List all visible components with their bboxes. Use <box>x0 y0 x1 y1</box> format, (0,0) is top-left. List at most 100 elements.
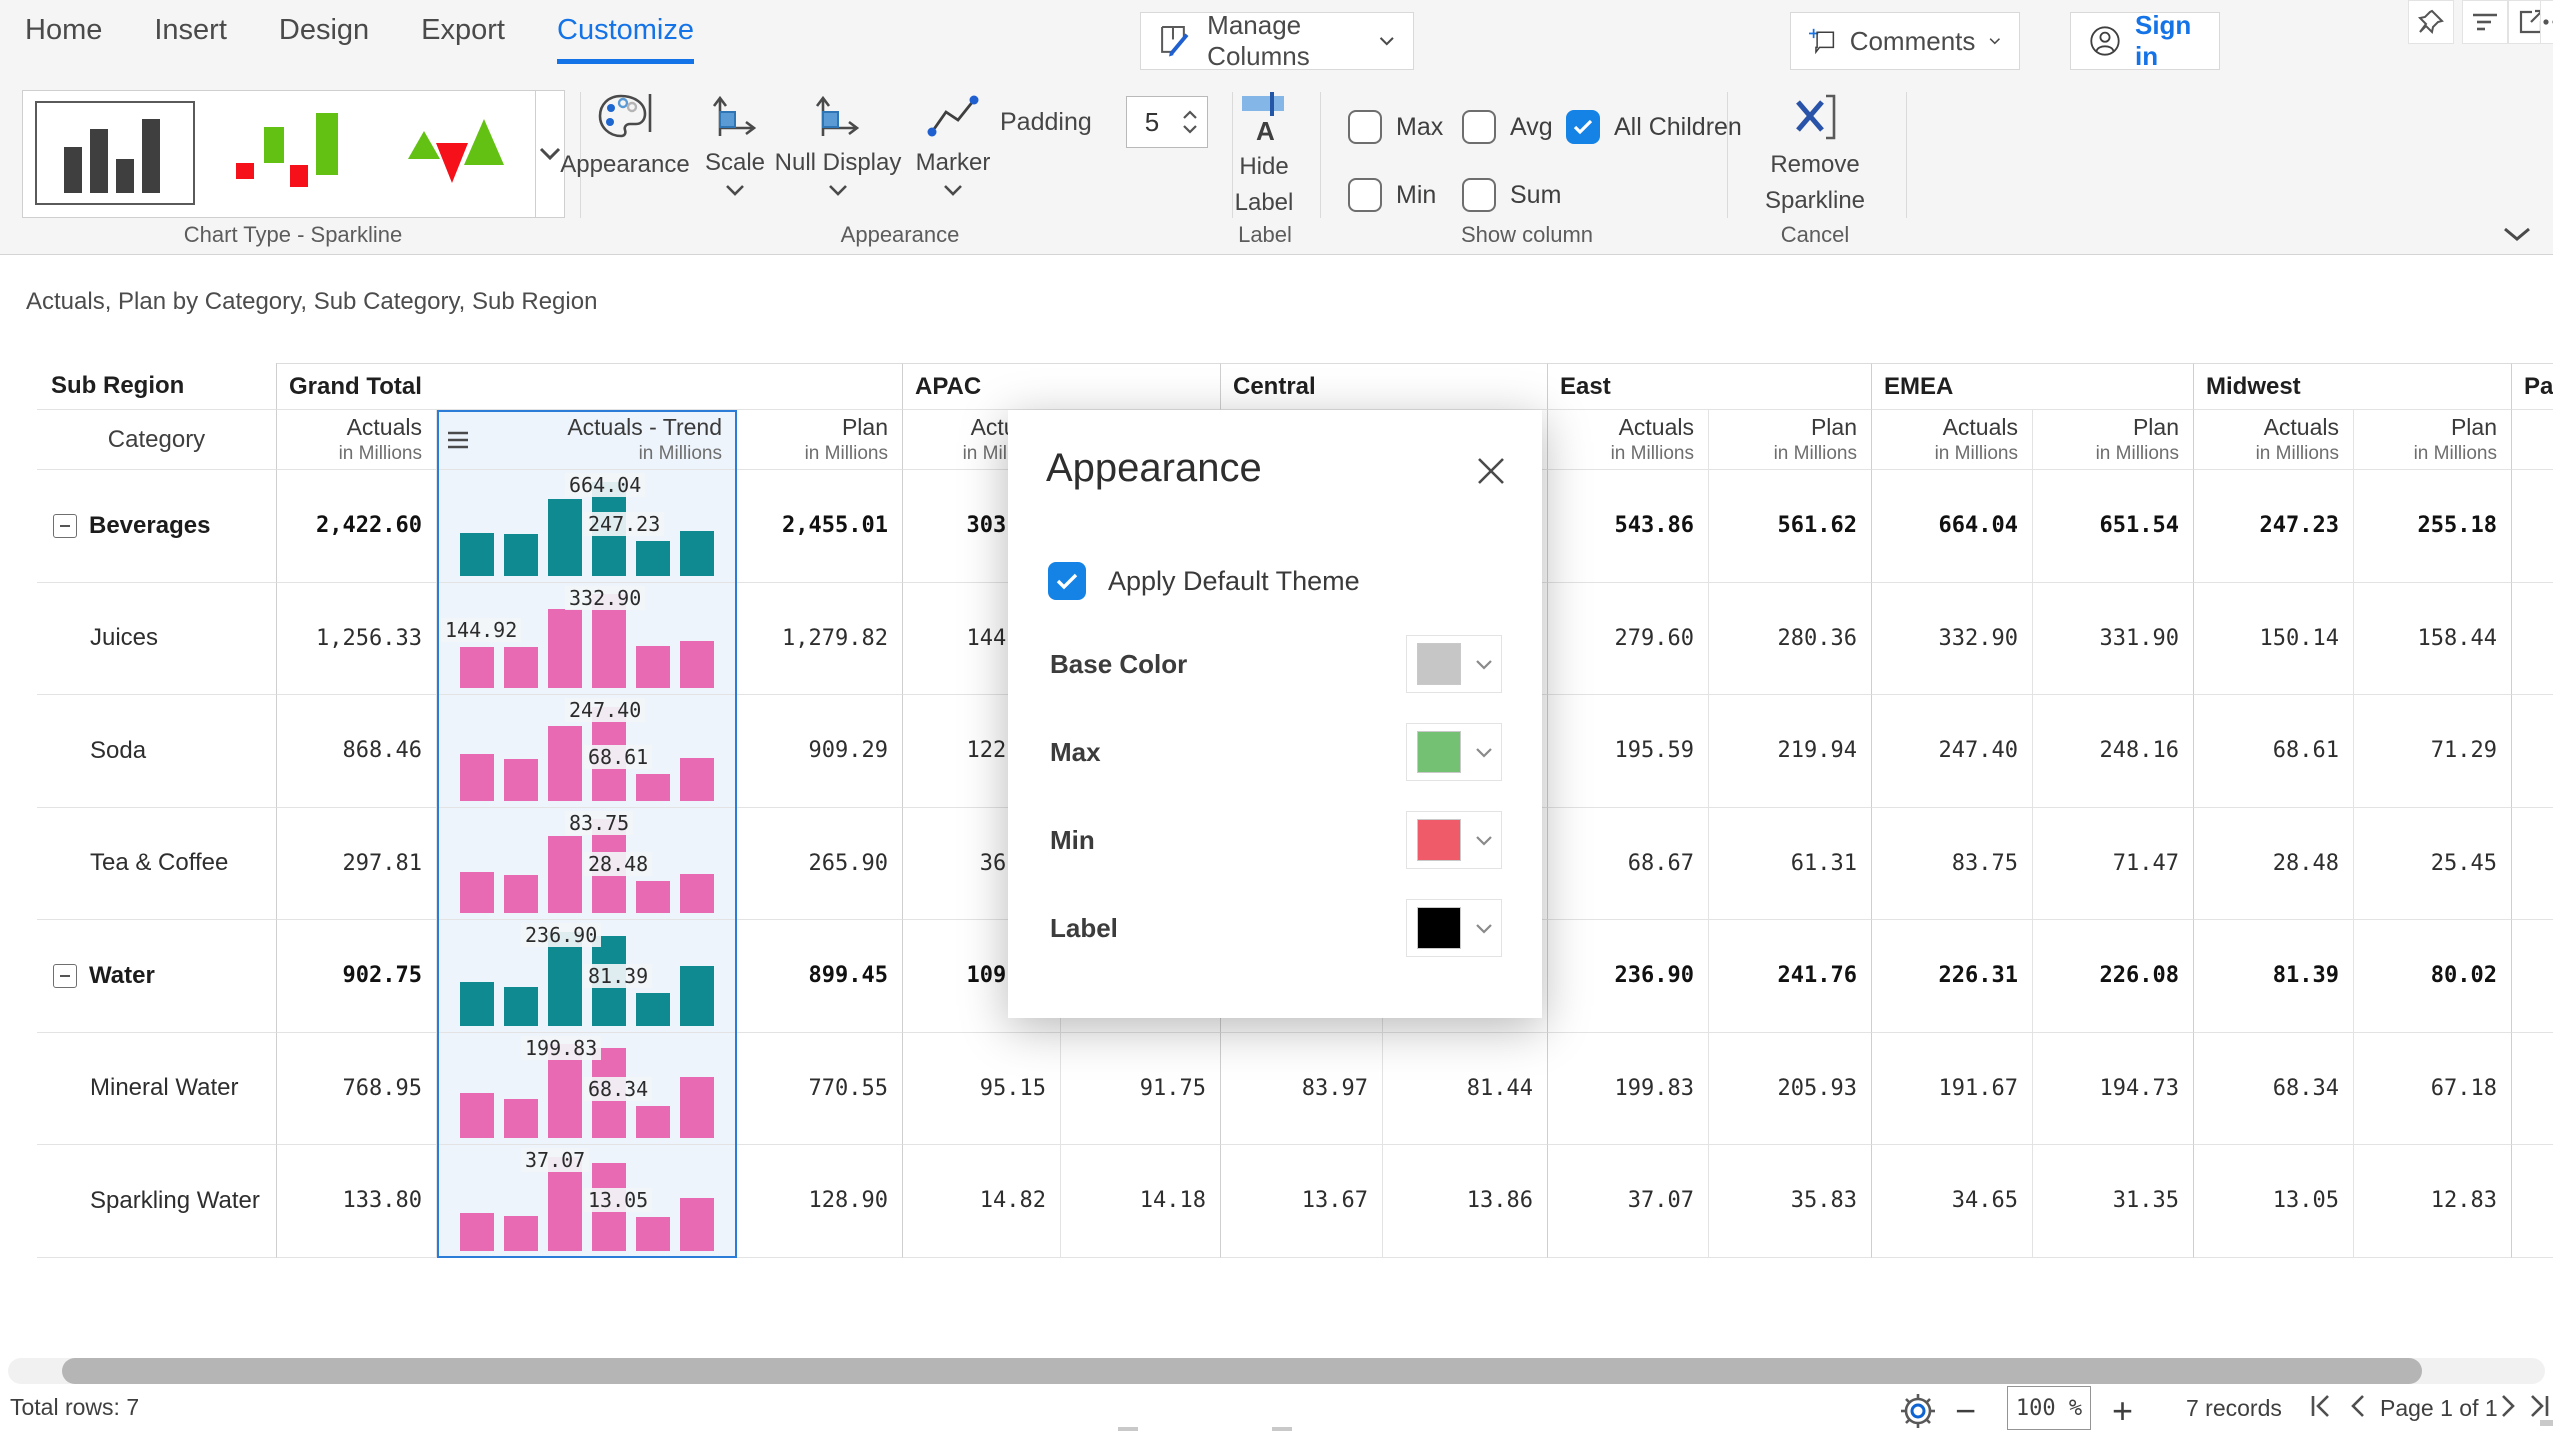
tab-insert[interactable]: Insert <box>154 14 227 64</box>
next-page-button[interactable] <box>2496 1392 2520 1420</box>
data-cell[interactable]: 265.90 <box>737 808 903 921</box>
header-emea-actuals[interactable]: Actualsin Millions <box>1872 410 2033 470</box>
comments-button[interactable]: Comments <box>1790 12 2020 70</box>
data-cell[interactable]: 83.75 <box>1872 808 2033 921</box>
zoom-level-box[interactable]: 100 % <box>2007 1386 2091 1430</box>
row-label-sparkling-water[interactable]: Sparkling Water <box>37 1145 277 1258</box>
collapse-ribbon-button[interactable] <box>2502 226 2532 247</box>
row-label-juices[interactable]: Juices <box>37 583 277 696</box>
data-cell[interactable]: 226.08 <box>2033 920 2194 1033</box>
data-cell[interactable]: 13.67 <box>1221 1145 1383 1258</box>
data-cell[interactable]: 81.39 <box>2194 920 2354 1033</box>
sign-in-button[interactable]: Sign in <box>2070 12 2220 70</box>
drag-handle-icon[interactable] <box>447 431 469 449</box>
data-cell[interactable]: 664.04 <box>1872 470 2033 583</box>
pin-button[interactable] <box>2408 0 2454 44</box>
data-cell[interactable]: 899.45 <box>737 920 903 1033</box>
sparkline-cell[interactable]: 37.0713.05 <box>437 1145 737 1258</box>
data-cell[interactable]: 35.83 <box>1709 1145 1872 1258</box>
sparkline-type-winloss[interactable] <box>213 101 363 205</box>
data-cell[interactable]: 331.90 <box>2033 583 2194 696</box>
data-cell[interactable]: 561.62 <box>1709 470 1872 583</box>
remove-sparkline-button[interactable]: Remove Sparkline <box>1752 92 1878 216</box>
more-options-button[interactable] <box>2540 0 2553 44</box>
horizontal-scrollbar[interactable] <box>8 1358 2545 1384</box>
data-cell[interactable]: 14.18 <box>1061 1145 1221 1258</box>
chart-type-gallery[interactable] <box>22 90 565 218</box>
data-cell[interactable]: 241.76 <box>1709 920 1872 1033</box>
scale-button[interactable]: Scale <box>700 92 770 196</box>
data-cell[interactable]: 247.40 <box>1872 695 2033 808</box>
data-cell[interactable]: 205.93 <box>1709 1033 1872 1146</box>
zoom-in-button[interactable]: + <box>2112 1390 2133 1432</box>
row-label-soda[interactable]: Soda <box>37 695 277 808</box>
sparkline-cell[interactable]: 247.4068.61 <box>437 695 737 808</box>
data-cell[interactable]: 768.95 <box>277 1033 437 1146</box>
data-cell[interactable]: 868.46 <box>277 695 437 808</box>
chevron-down-icon[interactable] <box>828 184 848 196</box>
data-cell[interactable]: 68.34 <box>2194 1033 2354 1146</box>
data-cell[interactable]: 68.67 <box>1548 808 1709 921</box>
data-cell[interactable]: 226.31 <box>1872 920 2033 1033</box>
data-cell[interactable]: 67.18 <box>2354 1033 2512 1146</box>
data-cell[interactable]: 158.44 <box>2354 583 2512 696</box>
data-cell[interactable]: 199.83 <box>1548 1033 1709 1146</box>
chevron-down-icon[interactable] <box>943 184 963 196</box>
data-cell[interactable]: 280.36 <box>1709 583 1872 696</box>
sparkline-cell[interactable]: 83.7528.48 <box>437 808 737 921</box>
sparkline-cell[interactable]: 664.04247.23 <box>437 470 737 583</box>
data-cell[interactable]: 81.44 <box>1383 1033 1548 1146</box>
header-region-emea[interactable]: EMEA <box>1872 363 2194 410</box>
data-cell[interactable]: 71.47 <box>2033 808 2194 921</box>
data-cell[interactable]: 247.23 <box>2194 470 2354 583</box>
null-display-button[interactable]: Null Display <box>772 92 904 196</box>
scrollbar-thumb[interactable] <box>62 1358 2422 1384</box>
previous-page-button[interactable] <box>2346 1392 2370 1420</box>
row-label-mineral-water[interactable]: Mineral Water <box>37 1033 277 1146</box>
data-cell[interactable]: 255.18 <box>2354 470 2512 583</box>
color-picker-label[interactable] <box>1406 899 1502 957</box>
data-cell[interactable]: 14.82 <box>903 1145 1061 1258</box>
data-cell[interactable]: 37.07 <box>1548 1145 1709 1258</box>
data-cell[interactable]: 91.75 <box>1061 1033 1221 1146</box>
header-sub-region[interactable]: Sub Region <box>37 363 277 410</box>
sparkline-cell[interactable]: 332.90144.92 <box>437 583 737 696</box>
filter-lines-button[interactable] <box>2462 0 2508 44</box>
header-east-plan[interactable]: Planin Millions <box>1709 410 1872 470</box>
header-category[interactable]: Category <box>37 410 277 470</box>
data-cell[interactable]: 909.29 <box>737 695 903 808</box>
header-region-midwest[interactable]: Midwest <box>2194 363 2512 410</box>
data-cell[interactable]: 902.75 <box>277 920 437 1033</box>
data-cell[interactable]: 83.97 <box>1221 1033 1383 1146</box>
sparkline-type-bar[interactable] <box>35 101 195 205</box>
spinner-down-icon[interactable] <box>1182 124 1198 134</box>
checkbox-avg[interactable] <box>1462 110 1496 144</box>
header-grand-total-actuals[interactable]: Actualsin Millions <box>277 410 437 470</box>
header-grand-total-plan[interactable]: Planin Millions <box>737 410 903 470</box>
data-cell[interactable]: 13.86 <box>1383 1145 1548 1258</box>
checkbox-min[interactable] <box>1348 178 1382 212</box>
data-cell[interactable]: 191.67 <box>1872 1033 2033 1146</box>
tab-customize[interactable]: Customize <box>557 14 694 64</box>
checkbox-all-children[interactable] <box>1566 110 1600 144</box>
data-cell[interactable]: 95.15 <box>903 1033 1061 1146</box>
data-cell[interactable]: 13.05 <box>2194 1145 2354 1258</box>
data-cell[interactable]: 28.48 <box>2194 808 2354 921</box>
spinner-up-icon[interactable] <box>1182 110 1198 120</box>
data-cell[interactable]: 12.83 <box>2354 1145 2512 1258</box>
header-region-grand-total[interactable]: Grand Total <box>277 363 903 410</box>
sparkline-cell[interactable]: 199.8368.34 <box>437 1033 737 1146</box>
data-cell[interactable]: 150.14 <box>2194 583 2354 696</box>
header-region-apac[interactable]: APAC <box>903 363 1221 410</box>
data-cell[interactable]: 332.90 <box>1872 583 2033 696</box>
data-cell[interactable]: 1,256.33 <box>277 583 437 696</box>
data-cell[interactable]: 297.81 <box>277 808 437 921</box>
data-cell[interactable]: 194.73 <box>2033 1033 2194 1146</box>
data-cell[interactable]: 2,422.60 <box>277 470 437 583</box>
data-cell[interactable]: 68.61 <box>2194 695 2354 808</box>
row-label-beverages[interactable]: Beverages <box>37 470 277 583</box>
marker-button[interactable]: Marker <box>908 92 998 196</box>
data-cell[interactable]: 219.94 <box>1709 695 1872 808</box>
data-cell[interactable]: 61.31 <box>1709 808 1872 921</box>
data-cell[interactable]: 770.55 <box>737 1033 903 1146</box>
